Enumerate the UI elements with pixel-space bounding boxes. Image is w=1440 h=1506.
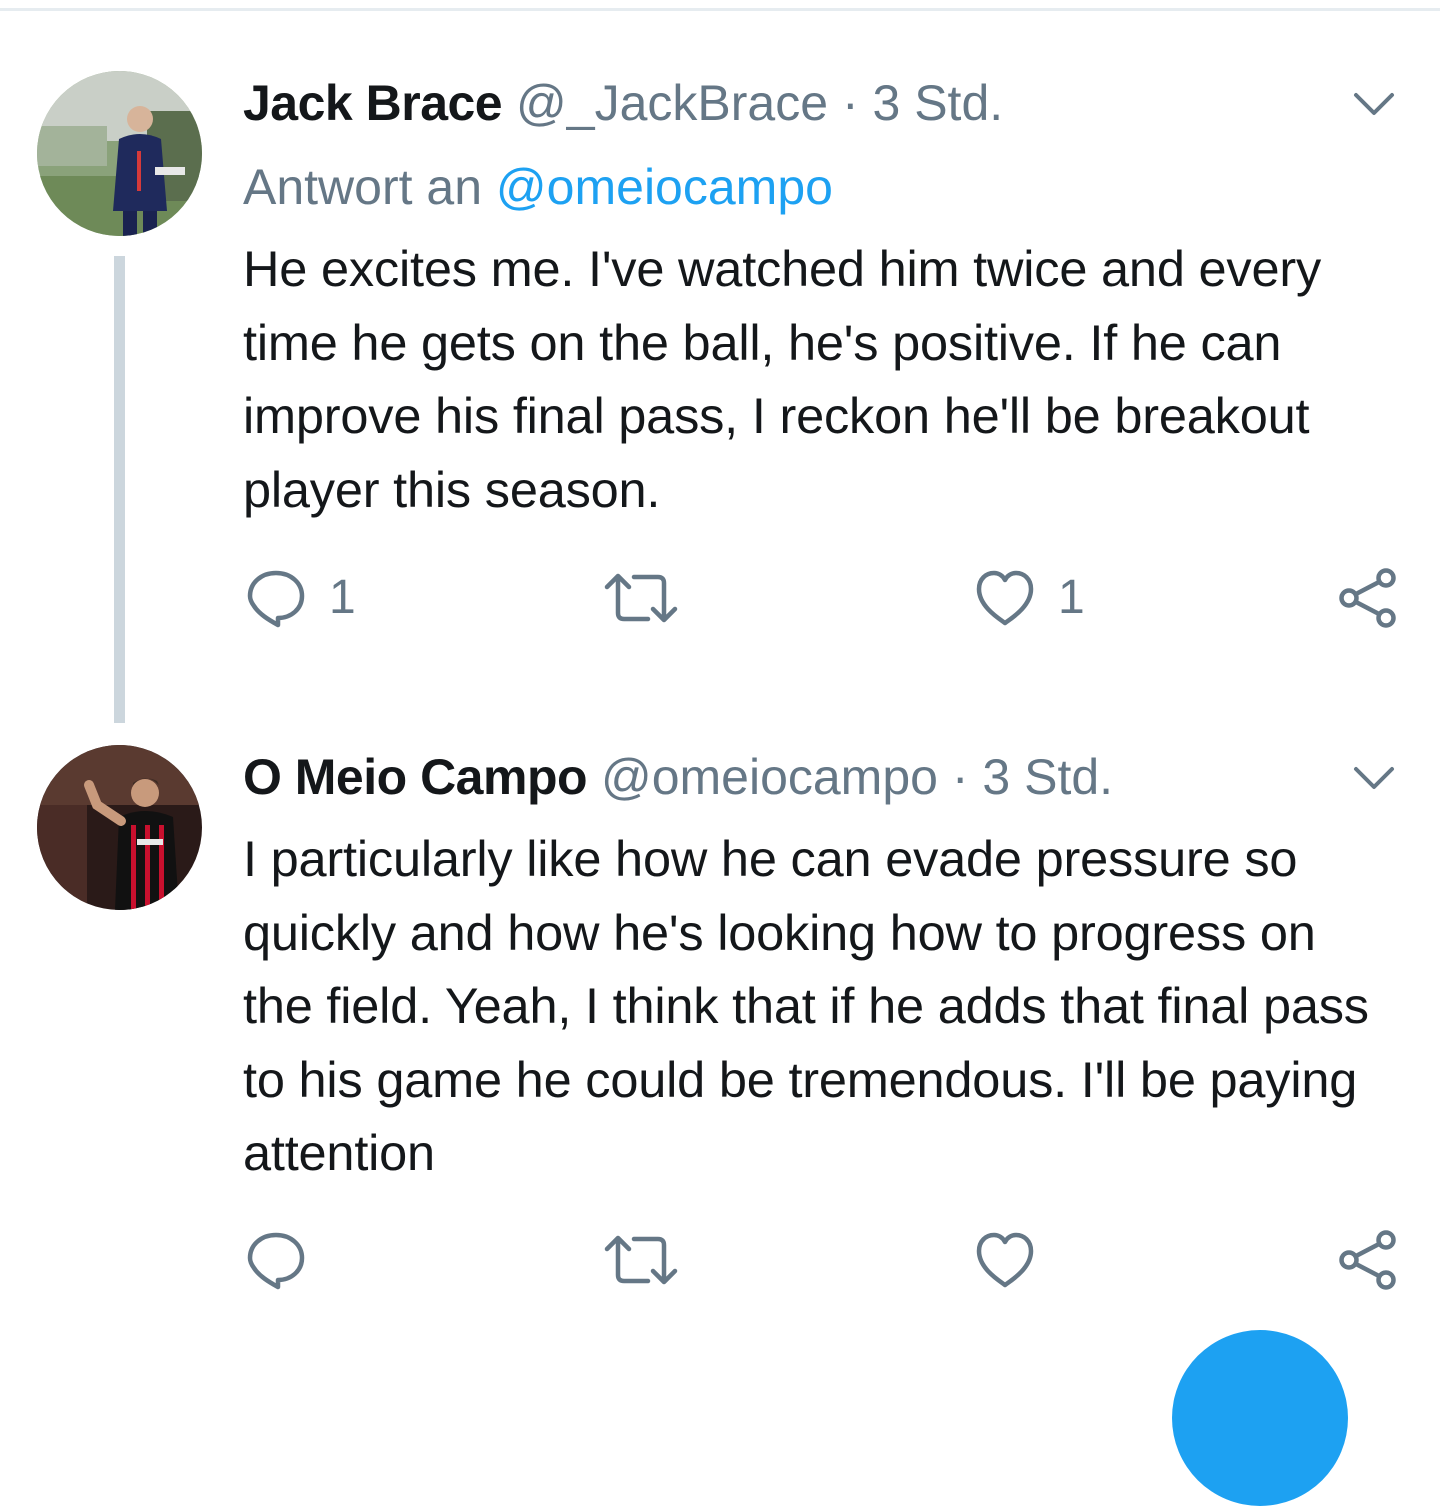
share-button[interactable] xyxy=(1336,1225,1400,1295)
like-button[interactable] xyxy=(974,1225,1058,1295)
retweet-icon xyxy=(602,1229,680,1291)
reply-button[interactable]: 1 xyxy=(245,563,356,633)
retweet-button[interactable] xyxy=(602,1225,702,1295)
tweet-header: Jack Brace @_JackBrace · 3 Std. xyxy=(243,73,1003,133)
tweet-text: He excites me. I've watched him twice an… xyxy=(243,240,1322,518)
avatar[interactable] xyxy=(37,745,202,910)
compose-tweet-button[interactable] xyxy=(1172,1330,1348,1506)
share-icon xyxy=(1336,1228,1400,1292)
action-bar: 1 1 xyxy=(0,563,1440,633)
separator-dot: · xyxy=(841,75,859,131)
reply-context: Antwort an @omeiocampo xyxy=(243,157,833,217)
reply-prefix: Antwort an xyxy=(243,159,483,215)
speech-bubble-icon xyxy=(245,1229,307,1291)
author-handle[interactable]: @_JackBrace xyxy=(516,75,828,131)
tweet-text: I particularly like how he can evade pre… xyxy=(243,830,1369,1181)
avatar[interactable] xyxy=(37,71,202,236)
chevron-down-icon[interactable] xyxy=(1352,764,1396,792)
like-count: 1 xyxy=(1058,571,1085,624)
speech-bubble-icon xyxy=(245,567,307,629)
reply-button[interactable] xyxy=(245,1225,329,1295)
share-button[interactable] xyxy=(1336,563,1400,633)
heart-icon xyxy=(974,567,1036,629)
reply-count: 1 xyxy=(329,571,356,624)
author-name[interactable]: O Meio Campo xyxy=(243,749,588,805)
top-divider xyxy=(0,8,1440,11)
separator-dot: · xyxy=(951,749,969,805)
like-button[interactable]: 1 xyxy=(974,563,1085,633)
tweet-header: O Meio Campo @omeiocampo · 3 Std. xyxy=(243,747,1113,807)
retweet-icon xyxy=(602,567,680,629)
action-bar xyxy=(0,1225,1440,1295)
reply-mention-link[interactable]: @omeiocampo xyxy=(496,159,833,215)
timestamp[interactable]: 3 Std. xyxy=(873,75,1004,131)
author-name[interactable]: Jack Brace xyxy=(243,75,503,131)
thread-line xyxy=(114,256,125,723)
retweet-button[interactable] xyxy=(602,563,702,633)
share-icon xyxy=(1336,566,1400,630)
timestamp[interactable]: 3 Std. xyxy=(982,749,1113,805)
heart-icon xyxy=(974,1229,1036,1291)
chevron-down-icon[interactable] xyxy=(1352,90,1396,118)
author-handle[interactable]: @omeiocampo xyxy=(601,749,938,805)
